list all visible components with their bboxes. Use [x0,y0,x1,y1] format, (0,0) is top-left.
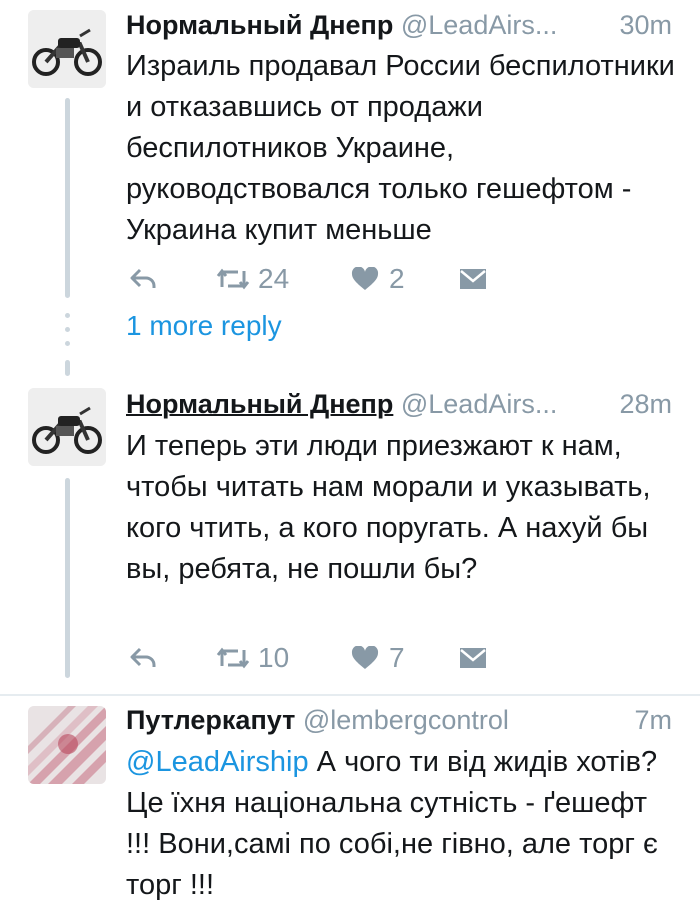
retweet-button[interactable]: 10 [216,638,289,678]
like-count: 2 [389,263,405,294]
dm-icon [460,648,486,668]
username[interactable]: @LeadAirs... [401,10,557,40]
heart-icon [351,646,379,669]
tweet-text: И теперь эти люди приезжают к нам, чтобы… [126,430,651,585]
retweet-count: 10 [258,642,290,673]
tweet-actions: 24 2 [126,259,506,299]
like-button[interactable]: 7 [351,638,405,678]
avatar[interactable] [28,388,106,466]
tweet-text: Израиль продавал России беспилотники и о… [126,50,675,246]
username[interactable]: @lembergcontrol [303,705,509,735]
retweet-icon [216,268,250,290]
reply-button[interactable] [130,638,156,678]
avatar[interactable] [28,706,106,784]
mention-link[interactable]: @LeadAirship [126,746,309,778]
retweet-icon [216,647,250,669]
thread-line [65,98,70,298]
tweet-text: @LeadAirship А чого ти від жидів хотів? … [126,742,676,906]
thread-line [65,478,70,678]
display-name[interactable]: Нормальный Днепр [126,389,393,419]
tweet-1[interactable]: Нормальный Днепр @LeadAirs... 30m Израил… [0,0,700,360]
heart-icon [351,267,379,290]
retweet-button[interactable]: 24 [216,259,289,299]
display-name[interactable]: Путлеркапут [126,705,295,735]
reply-icon [130,268,156,288]
dm-icon [460,269,486,289]
timestamp[interactable]: 7m [634,700,672,740]
timestamp[interactable]: 28m [619,384,672,424]
tweet-header: Нормальный Днепр @LeadAirs... 28m [126,384,672,424]
tweet-actions: 10 7 [126,638,506,678]
avatar[interactable] [28,10,106,88]
thread-line-top [65,360,70,376]
timestamp[interactable]: 30m [619,5,672,45]
like-count: 7 [389,642,405,673]
username[interactable]: @LeadAirs... [401,389,557,419]
dm-button[interactable] [459,638,487,678]
display-name[interactable]: Нормальный Днепр [126,10,393,40]
reply-icon [130,647,156,667]
more-replies-link[interactable]: 1 more reply [126,310,282,342]
retweet-count: 24 [258,263,290,294]
like-button[interactable]: 2 [351,259,405,299]
tweet-header: Нормальный Днепр @LeadAirs... 30m [126,5,672,45]
tweet-header: Путлеркапут @lembergcontrol 7m [126,700,672,740]
reply-button[interactable] [130,259,156,299]
tweet-3[interactable]: Путлеркапут @lembergcontrol 7m @LeadAirs… [0,696,700,912]
dm-button[interactable] [459,259,487,299]
tweet-2[interactable]: Нормальный Днепр @LeadAirs... 28m И тепе… [0,360,700,695]
